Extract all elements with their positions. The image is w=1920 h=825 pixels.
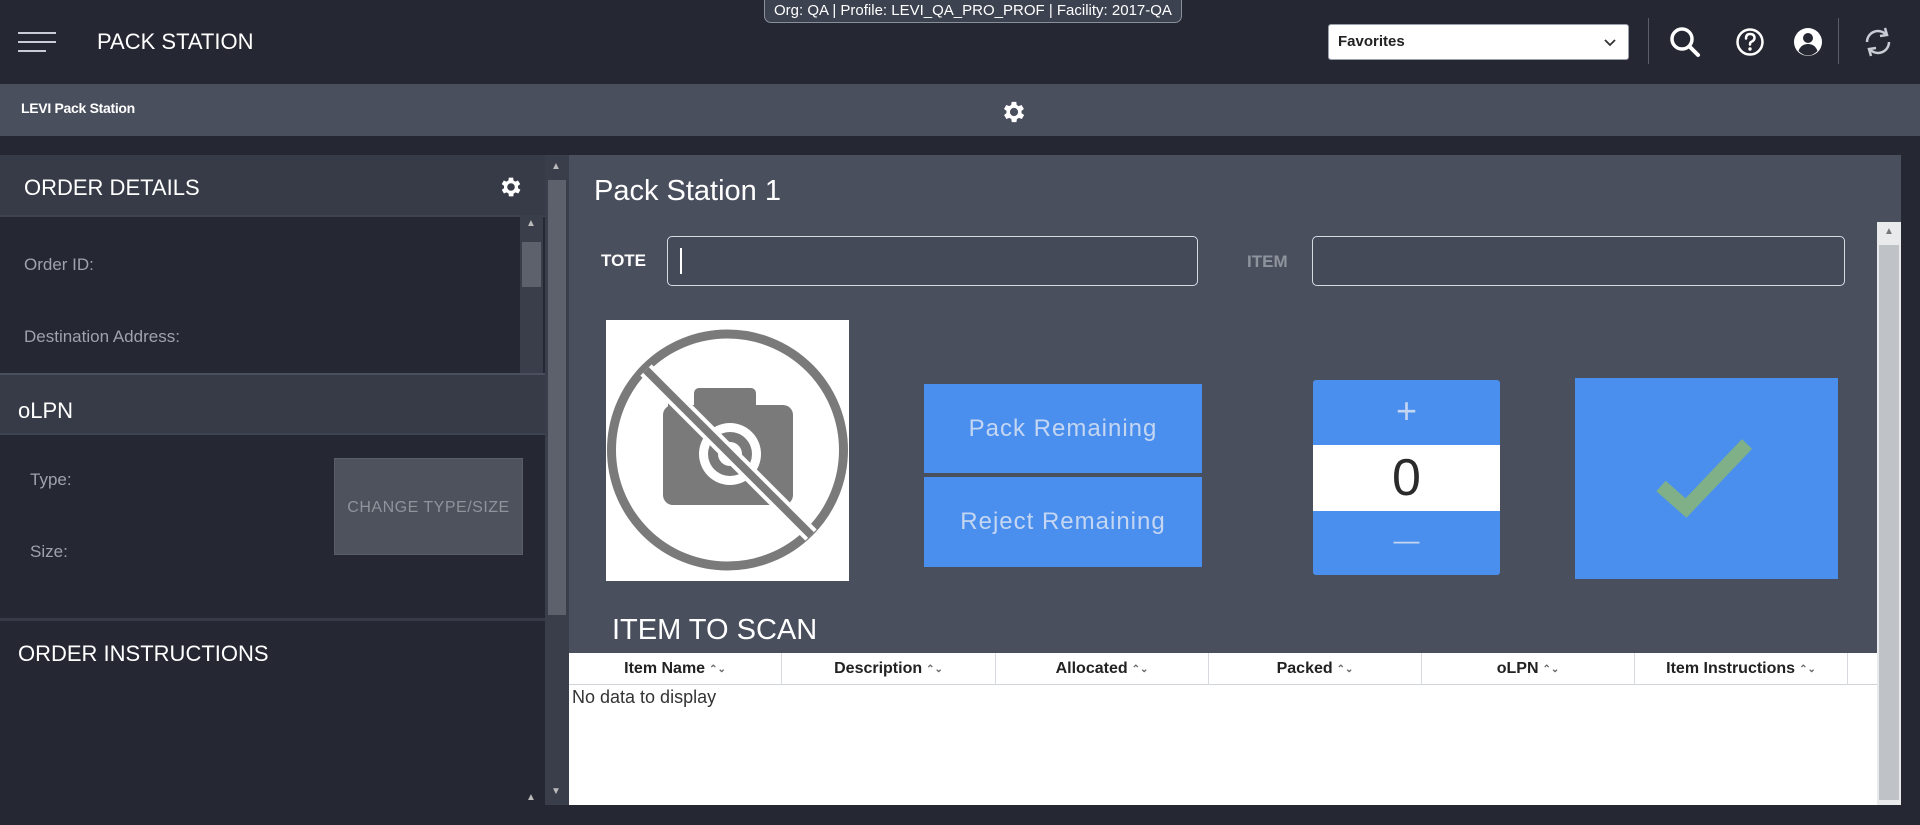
toolbar-divider xyxy=(1838,18,1839,64)
help-icon[interactable] xyxy=(1730,22,1770,62)
column-header-allocated[interactable]: Allocated ⌃⌄ xyxy=(996,653,1209,685)
column-label: Packed xyxy=(1276,660,1333,677)
item-to-scan-title: ITEM TO SCAN xyxy=(612,614,818,646)
tote-label: TOTE xyxy=(601,251,647,270)
item-image-placeholder xyxy=(606,320,849,581)
sort-icon: ⌃⌄ xyxy=(1131,664,1149,675)
pack-remaining-button[interactable]: Pack Remaining xyxy=(924,384,1202,473)
scroll-up-arrow-icon[interactable]: ▲ xyxy=(551,161,561,172)
search-icon[interactable] xyxy=(1665,22,1705,62)
olpn-type-label: Type: xyxy=(30,470,72,489)
checkmark-icon xyxy=(1656,439,1753,518)
order-details-scrollbar[interactable] xyxy=(520,215,543,375)
scroll-up-arrow-icon[interactable]: ▲ xyxy=(526,218,536,229)
order-id-label: Order ID: xyxy=(24,255,94,274)
scroll-up-arrow-icon[interactable]: ▲ xyxy=(1884,226,1894,237)
quantity-value[interactable]: 0 xyxy=(1313,445,1500,511)
station-title: Pack Station 1 xyxy=(594,175,781,207)
order-instructions-title: ORDER INSTRUCTIONS xyxy=(18,641,269,666)
refresh-icon[interactable] xyxy=(1858,22,1898,62)
scrollbar-thumb[interactable] xyxy=(548,180,566,615)
increment-button[interactable]: + xyxy=(1313,380,1500,445)
favorites-dropdown[interactable]: Favorites xyxy=(1328,24,1629,60)
column-label: Description xyxy=(834,660,923,677)
scroll-up-arrow-icon[interactable]: ▲ xyxy=(526,792,536,803)
context-pill: Org: QA | Profile: LEVI_QA_PRO_PROF | Fa… xyxy=(764,0,1182,23)
column-header-item-instructions[interactable]: Item Instructions ⌃⌄ xyxy=(1635,653,1848,685)
toolbar-divider xyxy=(1648,18,1649,64)
olpn-header xyxy=(0,373,545,435)
hamburger-menu-icon[interactable] xyxy=(18,32,56,54)
change-type-size-button[interactable]: CHANGE TYPE/SIZE xyxy=(334,458,523,555)
column-label: Item Instructions xyxy=(1666,660,1796,677)
sub-header xyxy=(0,84,1920,136)
favorites-selected: Favorites xyxy=(1338,33,1405,50)
section-divider xyxy=(0,618,545,621)
column-label: Item Name xyxy=(624,660,706,677)
chevron-down-icon xyxy=(1604,39,1616,47)
sort-icon: ⌃⌄ xyxy=(1799,664,1816,675)
scroll-down-arrow-icon[interactable]: ▼ xyxy=(551,786,561,797)
item-input[interactable] xyxy=(1312,236,1845,286)
settings-gear-icon[interactable] xyxy=(1000,98,1028,126)
empty-table-message: No data to display xyxy=(572,687,717,707)
scrollbar-thumb[interactable] xyxy=(1879,245,1899,800)
sort-icon: ⌃⌄ xyxy=(1542,664,1560,675)
app-title: PACK STATION xyxy=(97,29,254,54)
sort-icon: ⌃⌄ xyxy=(709,664,726,675)
reject-remaining-button[interactable]: Reject Remaining xyxy=(924,477,1202,567)
sort-icon: ⌃⌄ xyxy=(926,664,943,675)
decrement-button[interactable]: — xyxy=(1313,511,1500,575)
sort-icon: ⌃⌄ xyxy=(1336,664,1354,675)
no-image-camera-icon xyxy=(607,329,848,571)
column-label: oLPN xyxy=(1496,660,1539,677)
tote-input[interactable] xyxy=(667,236,1198,286)
text-cursor xyxy=(680,248,682,274)
order-details-gear-icon[interactable] xyxy=(498,174,524,200)
confirm-button[interactable] xyxy=(1575,378,1838,579)
olpn-size-label: Size: xyxy=(30,542,68,561)
column-header-olpn[interactable]: oLPN ⌃⌄ xyxy=(1422,653,1635,685)
column-header-description[interactable]: Description ⌃⌄ xyxy=(782,653,996,685)
olpn-title: oLPN xyxy=(18,398,74,423)
column-label: Allocated xyxy=(1055,660,1128,677)
scrollbar-thumb[interactable] xyxy=(522,242,541,287)
page-subtitle: LEVI Pack Station xyxy=(21,100,135,116)
user-account-icon[interactable] xyxy=(1788,22,1828,62)
order-details-title: ORDER DETAILS xyxy=(24,175,200,200)
item-label: ITEM xyxy=(1247,252,1288,271)
column-header-item-name[interactable]: Item Name ⌃⌄ xyxy=(569,653,782,685)
column-header-packed[interactable]: Packed ⌃⌄ xyxy=(1209,653,1422,685)
destination-address-label: Destination Address: xyxy=(24,327,180,346)
